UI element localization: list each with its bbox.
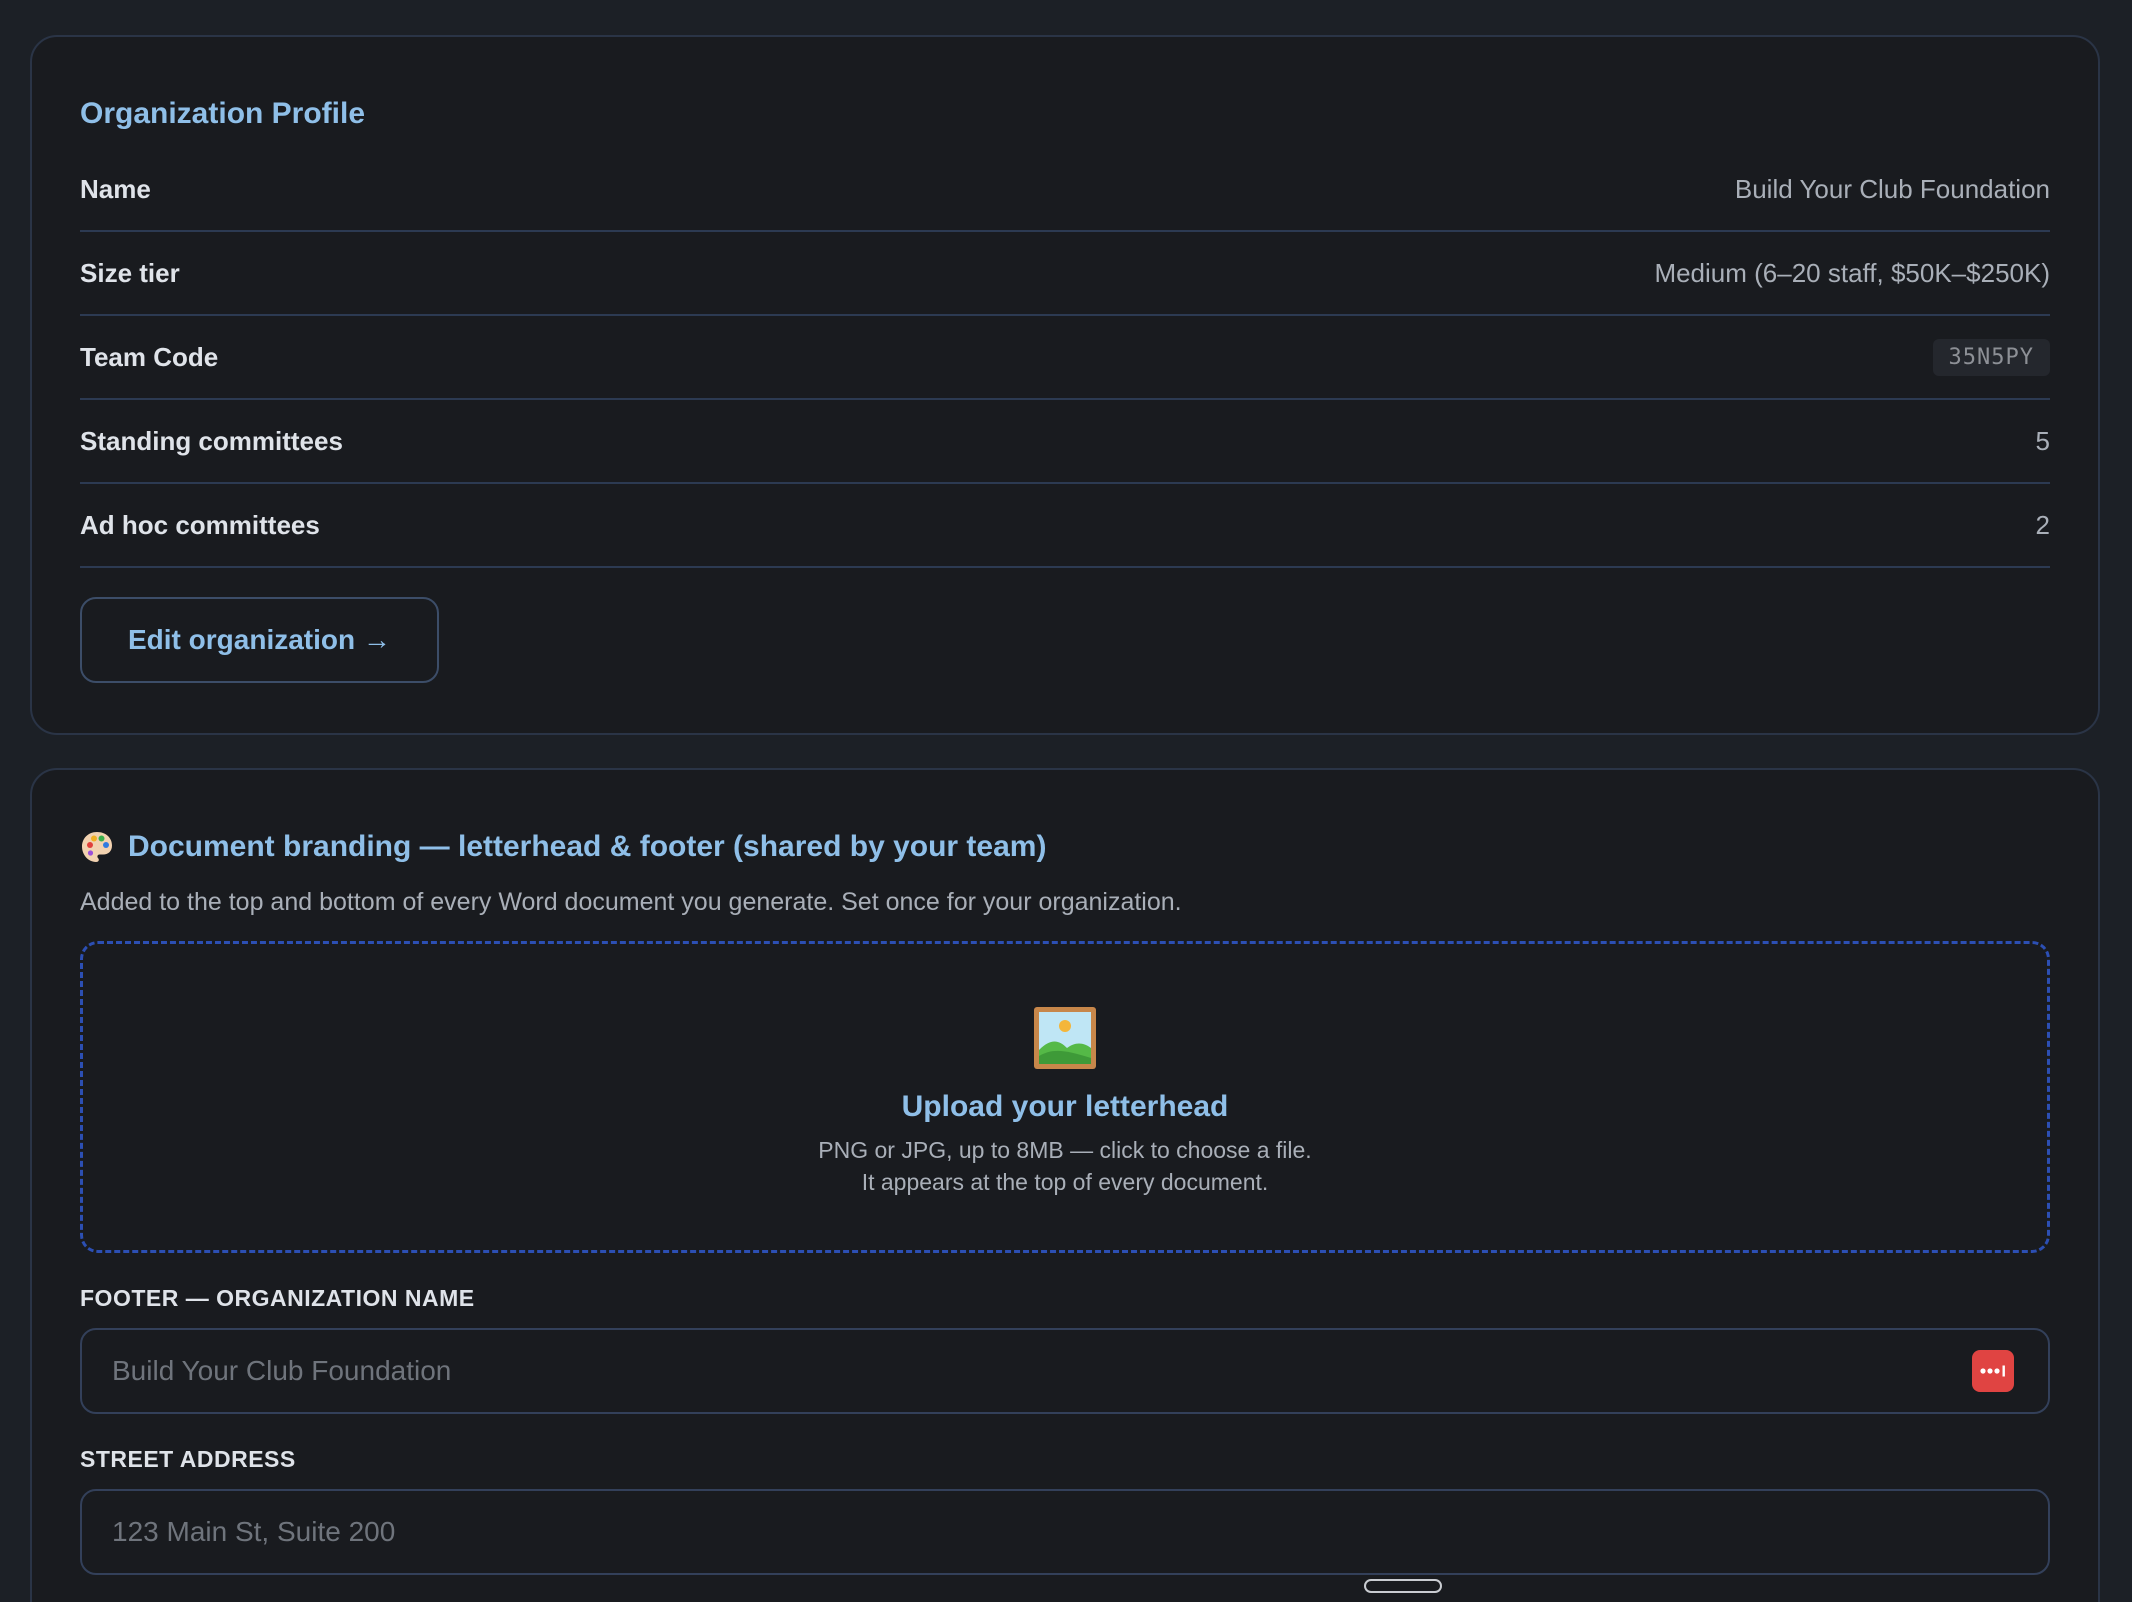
profile-row-standing-committees: Standing committees 5 [80,400,2050,484]
branding-header: Document branding — letterhead & footer … [80,822,2050,872]
upload-hint-line-1: PNG or JPG, up to 8MB — click to choose … [818,1137,1312,1163]
organization-profile-title: Organization Profile [80,97,366,130]
street-address-field [80,1489,2050,1575]
profile-rows: Name Build Your Club Foundation Size tie… [80,148,2050,568]
edit-organization-button[interactable]: Edit organization → [80,597,439,683]
palette-icon [82,832,112,862]
document-branding-card: Document branding — letterhead & footer … [30,768,2100,1602]
footer-organization-name-label: FOOTER — ORGANIZATION NAME [80,1285,475,1311]
scroll-handle[interactable] [1364,1579,1442,1593]
profile-row-size-tier: Size tier Medium (6–20 staff, $50K–$250K… [80,232,2050,316]
footer-organization-name-input[interactable] [80,1328,2050,1414]
settings-page: Organization Profile Name Build Your Clu… [0,0,2132,1602]
row-label: Size tier [80,257,180,288]
team-code-value: 35N5PY [1932,338,2050,376]
document-branding-title: Document branding — letterhead & footer … [128,830,1047,863]
upload-letterhead-title: Upload your letterhead [901,1090,1229,1123]
row-label: Standing committees [80,425,343,456]
standing-committees-value: 5 [2035,425,2050,456]
upload-letterhead-hint: PNG or JPG, up to 8MB — click to choose … [818,1134,1311,1198]
size-tier-value: Medium (6–20 staff, $50K–$250K) [1654,257,2050,288]
row-label: Ad hoc committees [80,509,320,540]
framed-picture-icon [1034,1007,1096,1069]
password-manager-icon[interactable] [1972,1350,2014,1392]
ad-hoc-committees-value: 2 [2035,509,2050,540]
row-label: Name [80,173,151,204]
upload-hint-line-2: It appears at the top of every document. [861,1169,1269,1195]
organization-profile-card: Organization Profile Name Build Your Clu… [30,35,2100,735]
street-address-label: STREET ADDRESS [80,1446,296,1472]
footer-organization-name-field [80,1328,2050,1414]
organization-name-value: Build Your Club Foundation [1734,173,2050,204]
dots-cursor-icon [1980,1365,2005,1377]
row-label: Team Code [80,341,219,372]
document-branding-description: Added to the top and bottom of every Wor… [80,888,1182,916]
letterhead-upload-dropzone[interactable]: Upload your letterhead PNG or JPG, up to… [80,941,2050,1253]
profile-row-team-code: Team Code 35N5PY [80,316,2050,400]
street-address-input[interactable] [80,1489,2050,1575]
profile-row-ad-hoc-committees: Ad hoc committees 2 [80,484,2050,568]
profile-row-name: Name Build Your Club Foundation [80,148,2050,232]
